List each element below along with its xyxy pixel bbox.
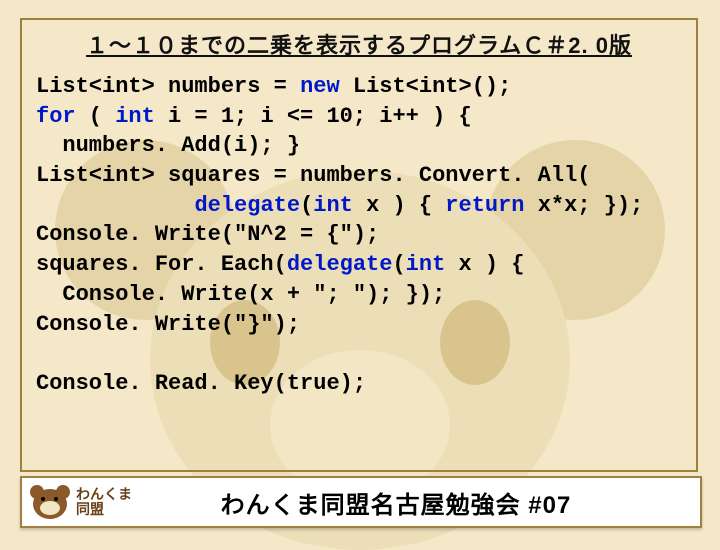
code-line-8: Console. Write(x + "; "); }); (36, 282, 445, 307)
code-line-6: Console. Write("N^2 = {"); (36, 222, 379, 247)
code-line-4: List<int> squares = numbers. Convert. Al… (36, 163, 591, 188)
code-line-2: for ( int i = 1; i <= 10; i++ ) { (36, 104, 472, 129)
code-line-5: delegate(int x ) { return x*x; }); (36, 193, 643, 218)
wankuma-logo-icon (30, 485, 70, 519)
footer-bar: わんくま 同盟 わんくま同盟名古屋勉強会 #07 (20, 476, 702, 528)
slide-frame: １～１０までの二乗を表示するプログラムＣ＃2. 0版 List<int> num… (20, 18, 698, 472)
footer-title: わんくま同盟名古屋勉強会 #07 (132, 485, 700, 520)
code-line-10: Console. Read. Key(true); (36, 371, 366, 396)
code-block: List<int> numbers = new List<int>(); for… (22, 60, 696, 407)
code-line-7: squares. For. Each(delegate(int x ) { (36, 252, 525, 277)
logo-line-1: わんくま (76, 487, 132, 502)
code-line-9: Console. Write("}"); (36, 312, 300, 337)
code-line-1: List<int> numbers = new List<int>(); (36, 74, 511, 99)
wankuma-logo-text: わんくま 同盟 (76, 487, 132, 518)
code-line-3: numbers. Add(i); } (36, 133, 300, 158)
slide-title: １～１０までの二乗を表示するプログラムＣ＃2. 0版 (22, 28, 696, 60)
logo-line-2: 同盟 (76, 502, 132, 517)
